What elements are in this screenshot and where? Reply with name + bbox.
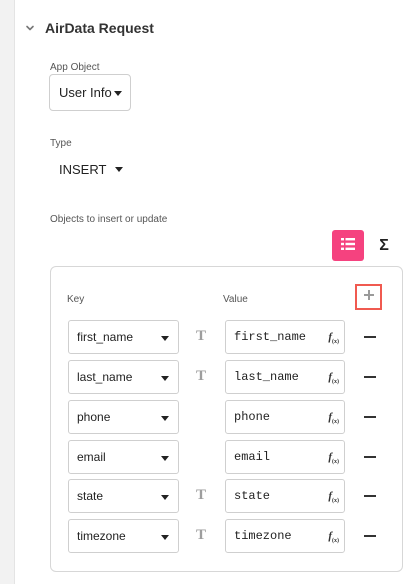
text-type-icon[interactable]: T	[196, 329, 208, 344]
key-value-table: Key Value first_name T first_name f(x) l…	[50, 266, 403, 572]
value-input[interactable]: state f(x)	[225, 479, 345, 513]
list-mode-button[interactable]	[332, 230, 364, 261]
value-text: state	[234, 489, 271, 503]
caret-down-icon	[161, 416, 169, 421]
key-column-header: Key	[67, 294, 85, 305]
value-input[interactable]: phone f(x)	[225, 400, 345, 434]
value-text: phone	[234, 410, 271, 424]
function-icon[interactable]: f(x)	[328, 371, 339, 385]
minus-icon[interactable]	[363, 410, 377, 424]
sigma-mode-button[interactable]: Σ	[373, 234, 395, 258]
key-select[interactable]: first_name	[68, 320, 179, 354]
fx-subscript: (x)	[332, 339, 339, 346]
key-select[interactable]: last_name	[68, 360, 179, 394]
function-icon[interactable]: f(x)	[328, 411, 339, 425]
minus-icon[interactable]	[363, 529, 377, 543]
type-label: Type	[50, 138, 72, 149]
key-select-value: timezone	[77, 529, 126, 543]
plus-icon	[363, 288, 375, 306]
table-row: timezone T timezone f(x)	[51, 519, 402, 553]
section-title: AirData Request	[45, 20, 154, 36]
value-text: last_name	[234, 370, 299, 384]
app-object-label: App Object	[50, 62, 100, 73]
type-value: INSERT	[59, 161, 107, 177]
caret-down-icon	[115, 166, 124, 172]
add-row-button[interactable]	[355, 284, 382, 310]
objects-label: Objects to insert or update	[50, 214, 168, 225]
fx-subscript: (x)	[332, 538, 339, 545]
caret-down-icon	[161, 376, 169, 381]
text-type-icon[interactable]: T	[196, 488, 208, 503]
key-select[interactable]: timezone	[68, 519, 179, 553]
minus-icon[interactable]	[363, 450, 377, 464]
value-text: first_name	[234, 330, 307, 344]
value-input[interactable]: last_name f(x)	[225, 360, 345, 394]
function-icon[interactable]: f(x)	[328, 331, 339, 345]
value-input[interactable]: first_name f(x)	[225, 320, 345, 354]
fx-subscript: (x)	[332, 498, 339, 505]
key-select-value: email	[77, 450, 106, 464]
fx-subscript: (x)	[332, 379, 339, 386]
key-select[interactable]: phone	[68, 400, 179, 434]
value-column-header: Value	[223, 294, 248, 305]
key-select[interactable]: email	[68, 440, 179, 474]
caret-down-icon	[161, 495, 169, 500]
text-type-icon[interactable]: T	[196, 369, 208, 384]
fx-subscript: (x)	[332, 459, 339, 466]
app-object-select[interactable]: User Info	[49, 74, 131, 111]
chevron-down-icon[interactable]	[23, 21, 37, 35]
sigma-icon: Σ	[379, 237, 389, 254]
type-select[interactable]: INSERT	[59, 161, 124, 177]
text-type-icon[interactable]: T	[196, 528, 208, 543]
function-icon[interactable]: f(x)	[328, 451, 339, 465]
value-input[interactable]: timezone f(x)	[225, 519, 345, 553]
caret-down-icon	[161, 535, 169, 540]
airdata-request-panel: AirData Request App Object User Info Typ…	[14, 0, 414, 584]
minus-icon[interactable]	[363, 489, 377, 503]
table-row: last_name T last_name f(x)	[51, 360, 402, 394]
key-select-value: phone	[77, 410, 111, 424]
fx-subscript: (x)	[332, 419, 339, 426]
table-row: state T state f(x)	[51, 479, 402, 513]
key-select-value: last_name	[77, 370, 133, 384]
caret-down-icon	[161, 336, 169, 341]
key-select-value: first_name	[77, 330, 134, 344]
function-icon[interactable]: f(x)	[328, 530, 339, 544]
list-icon	[341, 237, 355, 255]
table-row: first_name T first_name f(x)	[51, 320, 402, 354]
table-row: email email f(x)	[51, 440, 402, 474]
minus-icon[interactable]	[363, 370, 377, 384]
key-select[interactable]: state	[68, 479, 179, 513]
value-input[interactable]: email f(x)	[225, 440, 345, 474]
minus-icon[interactable]	[363, 330, 377, 344]
value-text: email	[234, 450, 271, 464]
caret-down-icon	[161, 456, 169, 461]
function-icon[interactable]: f(x)	[328, 490, 339, 504]
value-text: timezone	[234, 529, 292, 543]
key-select-value: state	[77, 489, 104, 503]
table-row: phone phone f(x)	[51, 400, 402, 434]
caret-down-icon	[114, 91, 122, 96]
section-header[interactable]: AirData Request	[23, 19, 154, 37]
app-object-value: User Info	[59, 85, 112, 100]
